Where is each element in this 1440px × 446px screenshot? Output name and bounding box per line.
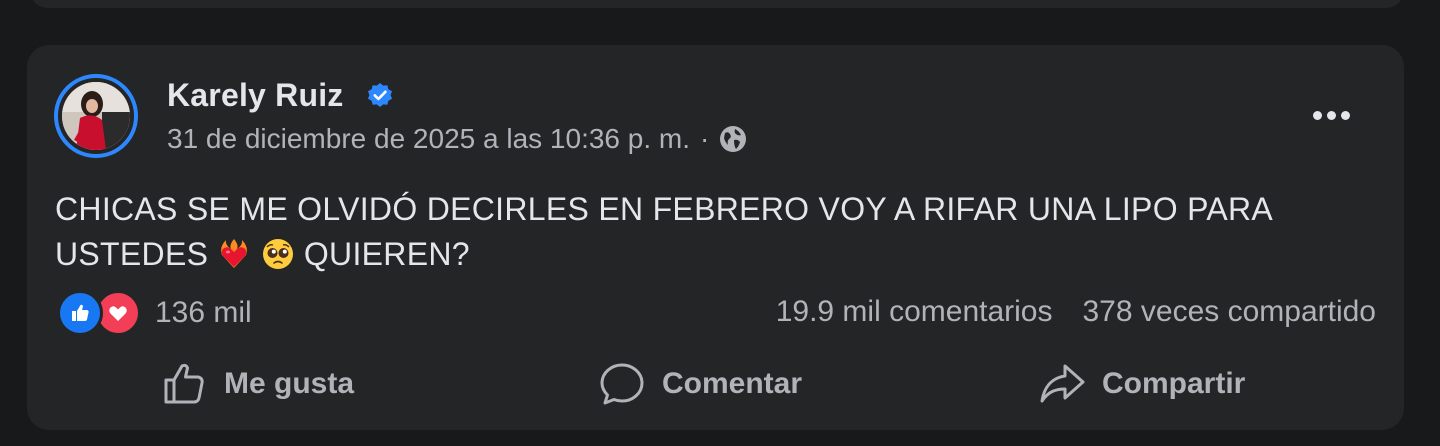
globe-icon bbox=[720, 126, 747, 152]
previous-post-card bbox=[30, 0, 1404, 8]
meta-separator: · bbox=[700, 123, 710, 154]
post-meta: 31 de diciembre de 2025 a las 10:36 p. m… bbox=[167, 123, 747, 155]
post-text-line-2-start: USTEDES bbox=[55, 236, 209, 272]
dot-2 bbox=[1327, 111, 1336, 120]
share-arrow-icon bbox=[1040, 364, 1085, 403]
author-name[interactable]: Karely Ruiz bbox=[167, 77, 343, 114]
post-text-line-2-end: QUIEREN? bbox=[303, 236, 470, 272]
post-actions-bar: Me gusta Comentar Compartir bbox=[27, 360, 1404, 410]
more-options-icon[interactable] bbox=[1313, 111, 1350, 120]
post-text: CHICAS SE ME OLVIDÓ DECIRLES EN FEBRERO … bbox=[55, 187, 1375, 277]
verified-badge-icon bbox=[368, 83, 392, 107]
shares-count[interactable]: 378 veces compartido bbox=[1083, 295, 1377, 329]
comments-count[interactable]: 19.9 mil comentarios bbox=[776, 295, 1053, 329]
pleading-face-emoji bbox=[262, 239, 293, 269]
engagement-stats: 19.9 mil comentarios 378 veces compartid… bbox=[776, 295, 1376, 329]
post-card: Karely Ruiz 31 de diciembre de 2025 a la… bbox=[27, 45, 1404, 430]
dot-3 bbox=[1341, 111, 1350, 120]
reactions-summary[interactable]: 136 mil bbox=[57, 290, 252, 336]
share-button[interactable]: Compartir bbox=[1038, 360, 1245, 408]
like-button[interactable]: Me gusta bbox=[160, 360, 354, 408]
comment-button[interactable]: Comentar bbox=[598, 360, 802, 408]
post-text-line-2: USTEDES QUIEREN? bbox=[55, 232, 1375, 277]
post-timestamp[interactable]: 31 de diciembre de 2025 a las 10:36 p. m… bbox=[167, 123, 690, 155]
reactions-count: 136 mil bbox=[155, 296, 252, 329]
like-reaction-icon bbox=[57, 290, 103, 336]
comment-button-label: Comentar bbox=[662, 367, 803, 400]
thumbs-up-icon bbox=[164, 363, 204, 404]
dot-1 bbox=[1313, 111, 1322, 120]
share-button-label: Compartir bbox=[1102, 367, 1246, 400]
comment-bubble-icon bbox=[600, 363, 644, 405]
post-text-line-1: CHICAS SE ME OLVIDÓ DECIRLES EN FEBRERO … bbox=[55, 191, 1274, 227]
like-button-label: Me gusta bbox=[224, 367, 355, 400]
avatar[interactable] bbox=[54, 74, 138, 158]
heart-on-fire-emoji bbox=[221, 239, 248, 268]
avatar-photo bbox=[62, 82, 130, 150]
